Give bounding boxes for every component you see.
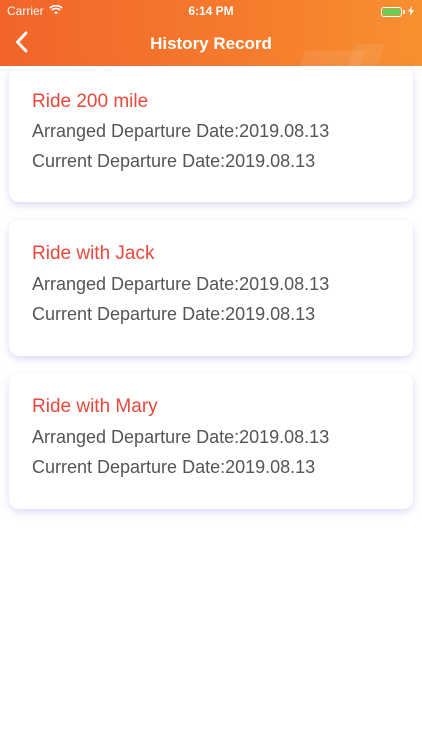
battery-cap (403, 10, 405, 14)
record-title: Ride 200 mile (32, 91, 149, 112)
record-card[interactable]: Ride 200 mile Arranged Departure Date:20… (9, 66, 413, 202)
current-departure-date: Current Departure Date:2019.08.13 (32, 457, 316, 477)
status-bar: Carrier 6:14 PM (0, 0, 422, 22)
battery-indicator (381, 5, 414, 19)
header-bar: Carrier 6:14 PM History Record (0, 0, 422, 66)
record-title: Ride with Jack (32, 243, 155, 264)
record-title: Ride with Mary (32, 396, 158, 417)
arranged-departure-date: Arranged Departure Date:2019.08.13 (32, 121, 330, 141)
page-title: History Record (150, 34, 272, 53)
battery-icon (381, 7, 402, 17)
chevron-left-icon (14, 30, 30, 59)
arranged-departure-date: Arranged Departure Date:2019.08.13 (32, 274, 330, 294)
charging-bolt-icon (408, 5, 414, 19)
back-button[interactable] (4, 24, 40, 64)
arranged-departure-date: Arranged Departure Date:2019.08.13 (32, 427, 330, 447)
battery-fill (383, 9, 400, 15)
record-card[interactable]: Ride with Jack Arranged Departure Date:2… (9, 220, 413, 356)
navigation-bar: History Record (0, 22, 422, 66)
status-time: 6:14 PM (188, 4, 234, 18)
current-departure-date: Current Departure Date:2019.08.13 (32, 304, 316, 324)
record-card[interactable]: Ride with Mary Arranged Departure Date:2… (9, 373, 413, 509)
current-departure-date: Current Departure Date:2019.08.13 (32, 151, 316, 171)
